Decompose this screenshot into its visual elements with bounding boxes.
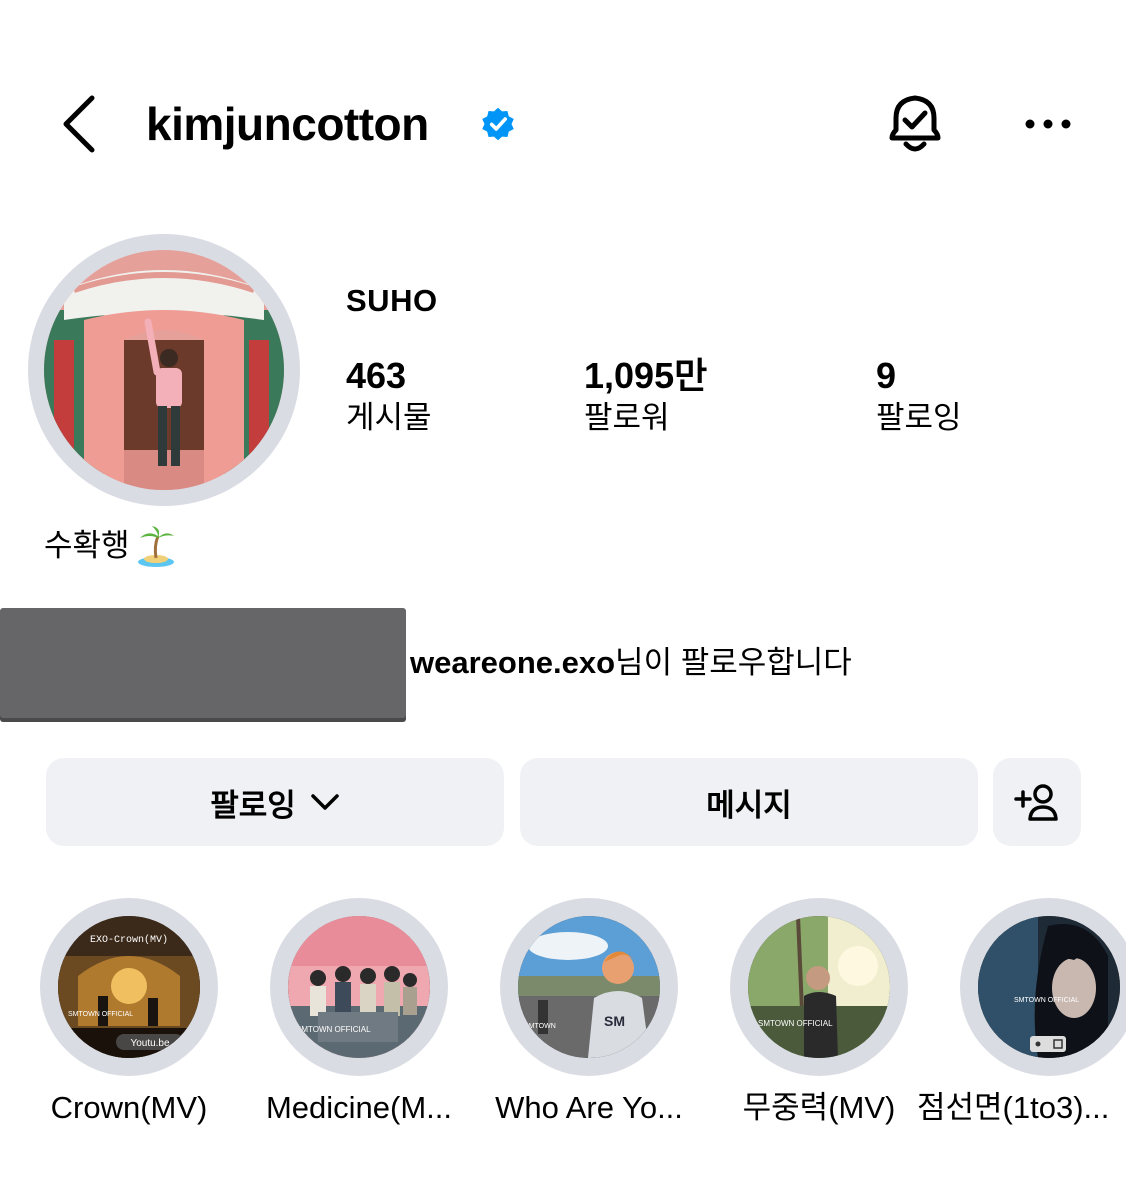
highlight-label: 무중력(MV) [742,1090,896,1125]
followed-by-text[interactable]: weareone.exo님이 팔로우합니다 [410,643,852,683]
highlight-overlay-source: Youtu.be [130,1038,170,1049]
highlight-watermark: SMTOWN OFFICIAL [68,1011,133,1018]
highlight-watermark: SMTOWN [524,1023,556,1030]
highlight-thumbnail: SMTOWN OFFICIAL [748,916,890,1058]
stat-followers[interactable]: 1,095만 팔로워 [584,356,707,440]
add-user-icon [1014,784,1058,821]
message-button-label: 메시지 [706,787,792,823]
followers-count: 1,095만 [584,355,708,396]
highlight-crown[interactable]: EXO-Crown(MV) Youtu.be SMTOWN OFFICIAL [40,898,218,1076]
chevron-left-icon [63,95,95,153]
posts-label: 게시물 [346,400,432,435]
stat-following[interactable]: 9 팔로잉 [876,356,962,440]
highlight-thumbnail: EXO-Crown(MV) Youtu.be SMTOWN OFFICIAL [58,916,200,1058]
avatar-photo [44,250,284,490]
bio: 수확행 [44,524,176,568]
highlight-thumbnail: SMTOWN OFFICIAL [288,916,430,1058]
following-count: 9 [876,355,897,396]
desert-island-emoji [137,526,174,567]
suggest-users-button[interactable] [993,758,1081,846]
more-horizontal-icon [1025,119,1071,129]
highlight-watermark: SMTOWN OFFICIAL [758,1019,833,1028]
notifications-button[interactable] [880,88,950,160]
back-button[interactable] [56,92,104,156]
following-button[interactable]: 팔로잉 [46,758,504,846]
highlight-thumbnail: SMTOWN OFFICIAL [978,916,1120,1058]
highlight-label: 점선면(1to3)... [917,1090,1110,1125]
highlight-label: Who Are Yo... [495,1090,683,1125]
highlight-jeomseonmyeon[interactable]: SMTOWN OFFICIAL [960,898,1126,1076]
redacted-avatars-block [0,608,406,718]
svg-text:SM: SM [604,1013,625,1029]
bell-check-icon [889,95,941,152]
highlight-label: Crown(MV) [50,1090,208,1125]
chevron-down-icon [311,794,339,810]
stat-posts[interactable]: 463 게시물 [346,356,432,440]
highlight-watermark: SMTOWN OFFICIAL [296,1025,371,1034]
highlight-watermark: SMTOWN OFFICIAL [1014,997,1079,1004]
highlight-who-are-you[interactable]: SM SMTOWN [500,898,678,1076]
highlight-thumbnail: SM SMTOWN [518,916,660,1058]
posts-count: 463 [346,355,407,396]
followers-label: 팔로워 [584,400,670,435]
message-button[interactable]: 메시지 [520,758,978,846]
following-label: 팔로잉 [876,400,962,435]
avatar[interactable] [44,250,284,490]
highlight-overlay-title: EXO-Crown(MV) [90,934,168,946]
profile-username: kimjuncotton [146,98,429,150]
followed-by-suffix: 님이 팔로우합니다 [615,645,852,680]
highlight-label: Medicine(M... [265,1090,453,1125]
highlight-medicine[interactable]: SMTOWN OFFICIAL [270,898,448,1076]
display-name: SUHO [346,283,438,318]
verified-badge-icon [482,107,514,141]
highlight-mujungryeok[interactable]: SMTOWN OFFICIAL [730,898,908,1076]
bio-text: 수확행 [44,528,130,563]
more-options-button[interactable] [1020,104,1076,144]
following-button-label: 팔로잉 [210,787,296,823]
followed-by-account[interactable]: weareone.exo [410,645,615,680]
